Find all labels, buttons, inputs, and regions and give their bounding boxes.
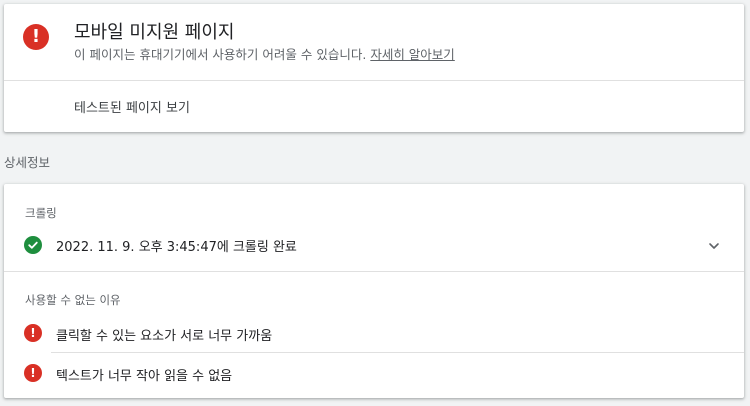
status-description: 이 페이지는 휴대기기에서 사용하기 어려울 수 있습니다. [74,47,367,62]
status-card: ! 모바일 미지원 페이지 이 페이지는 휴대기기에서 사용하기 어려울 수 있… [4,4,744,132]
details-heading: 상세정보 [4,155,51,170]
unusable-reasons-label: 사용할 수 없는 이유 [25,293,121,307]
reason-item: 텍스트가 너무 작아 읽을 수 없음 [56,369,233,384]
reason-item: 클릭할 수 있는 요소가 서로 너무 가까움 [56,329,273,344]
check-circle-icon [24,236,42,254]
learn-more-link[interactable]: 자세히 알아보기 [370,47,454,62]
crawl-status-text: 2022. 11. 9. 오후 3:45:47에 크롤링 완료 [56,240,297,255]
divider [51,352,744,353]
page-status-subtitle: 이 페이지는 휴대기기에서 사용하기 어려울 수 있습니다. 자세히 알아보기 [74,44,455,63]
page-status-title: 모바일 미지원 페이지 [74,22,235,43]
view-tested-page-button[interactable]: 테스트된 페이지 보기 [74,97,190,116]
error-icon: ! [24,364,42,382]
details-card: 크롤링 2022. 11. 9. 오후 3:45:47에 크롤링 완료 사용할 … [4,184,744,398]
error-icon: ! [24,324,42,342]
divider [4,80,744,81]
chevron-down-icon[interactable] [704,236,724,256]
crawl-section-label: 크롤링 [25,206,57,220]
check-mark-icon [28,241,38,249]
divider [4,271,744,272]
error-icon: ! [23,24,49,50]
